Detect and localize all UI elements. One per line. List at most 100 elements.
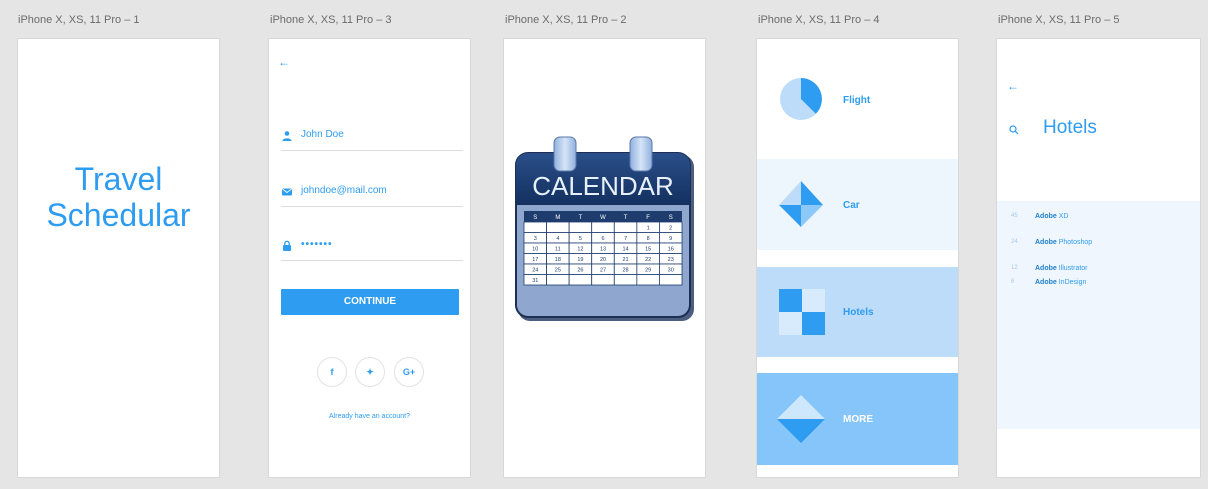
artboard-label-4[interactable]: iPhone X, XS, 11 Pro – 4 — [758, 14, 879, 26]
calendar-day-number: 11 — [555, 247, 561, 253]
calendar-day-cell — [546, 221, 570, 233]
calendar-day-cell — [591, 221, 615, 233]
email-value: johndoe@mail.com — [301, 185, 387, 196]
facebook-button[interactable]: f — [317, 357, 347, 387]
google-plus-icon: G+ — [402, 367, 416, 377]
mail-icon — [282, 188, 292, 196]
password-value: ••••••• — [301, 239, 333, 250]
calendar-day-number: 5 — [579, 236, 582, 242]
calendar-weekday: S — [533, 215, 537, 221]
list-item[interactable]: 12 Adobe Illustrator — [997, 265, 1200, 275]
password-field[interactable]: ••••••• — [281, 239, 463, 261]
email-field[interactable]: johndoe@mail.com — [281, 185, 463, 207]
calendar-ring-right — [629, 136, 653, 172]
menu-item-flight[interactable]: Flight — [757, 39, 958, 159]
calendar-day-number: 27 — [600, 268, 606, 274]
artboard-splash[interactable]: Travel Schedular — [17, 38, 220, 478]
menu-item-hotels[interactable]: Hotels — [757, 267, 958, 357]
list-item-name: Adobe Photoshop — [1035, 239, 1092, 246]
back-arrow-icon[interactable]: ← — [278, 55, 290, 69]
artboard-calendar[interactable]: CALENDAR SMTWTFS 1 2 3 4 5 6 7 8 9 10 11 12 13 14 15 16… — [503, 38, 706, 478]
calendar-day-cell — [546, 274, 570, 286]
calendar-day-number: 29 — [645, 268, 651, 274]
back-arrow-icon[interactable]: ← — [1007, 79, 1019, 93]
calendar-day-number: 18 — [555, 257, 561, 263]
menu-label-car: Car — [843, 200, 860, 211]
calendar-day-number: 10 — [532, 247, 538, 253]
calendar-title: CALENDAR — [532, 171, 674, 201]
calendar-day-number: 28 — [623, 268, 629, 274]
artboard-hotels[interactable]: ← Hotels 45 Adobe XD 24 Adobe Photoshop … — [996, 38, 1201, 478]
person-icon — [282, 131, 292, 141]
calendar-ring-left — [553, 136, 577, 172]
menu-label-hotels: Hotels — [843, 307, 874, 318]
twitter-icon: ✦ — [366, 367, 374, 377]
google-plus-button[interactable]: G+ — [394, 357, 424, 387]
artboard-menu[interactable]: Flight Car Hotels MORE — [756, 38, 959, 478]
artboard-label-5[interactable]: iPhone X, XS, 11 Pro – 5 — [998, 14, 1119, 26]
continue-button[interactable]: CONTINUE — [281, 289, 459, 315]
list-item[interactable]: 24 Adobe Photoshop — [997, 239, 1200, 249]
menu-label-more: MORE — [843, 414, 873, 425]
list-item-product: XD — [1056, 213, 1069, 220]
calendar-day-number: 9 — [669, 236, 672, 242]
calendar-day-number: 1 — [647, 226, 650, 232]
already-have-account-link[interactable]: Already have an account? — [269, 413, 470, 420]
cube-icon — [779, 181, 823, 227]
list-item-brand: Adobe — [1035, 239, 1057, 246]
menu-label-flight: Flight — [843, 95, 871, 106]
pie-chart-icon — [780, 78, 822, 120]
list-item-product: InDesign — [1056, 279, 1087, 286]
calendar-day-cell — [659, 274, 683, 286]
squares-icon — [779, 289, 825, 335]
list-item-brand: Adobe — [1035, 279, 1057, 286]
calendar-day-number: 24 — [532, 268, 538, 274]
calendar-day-number: 20 — [600, 257, 606, 263]
calendar-weekday: S — [669, 215, 673, 221]
calendar-day-number: 8 — [647, 236, 650, 242]
calendar-day-number: 7 — [624, 236, 627, 242]
calendar-day-number: 13 — [600, 247, 606, 253]
calendar-day-number: 16 — [668, 247, 674, 253]
artboard-label-2[interactable]: iPhone X, XS, 11 Pro – 2 — [505, 14, 626, 26]
calendar-weekday: T — [579, 215, 583, 221]
menu-item-car[interactable]: Car — [757, 159, 958, 250]
app-title-line-2: Schedular — [46, 197, 191, 233]
calendar-weekday: F — [646, 215, 650, 221]
calendar-day-number: 25 — [555, 268, 561, 274]
lock-icon — [283, 240, 291, 251]
calendar-weekday: W — [600, 215, 606, 221]
calendar-day-number: 6 — [601, 236, 604, 242]
list-item-name: Adobe XD — [1035, 213, 1068, 220]
calendar-day-cell — [523, 221, 547, 233]
search-icon[interactable] — [1009, 125, 1019, 135]
calendar-day-number: 4 — [556, 236, 559, 242]
artboard-label-1[interactable]: iPhone X, XS, 11 Pro – 1 — [18, 14, 139, 26]
calendar-day-number: 30 — [668, 268, 674, 274]
calendar-day-number: 3 — [534, 236, 537, 242]
calendar-day-number: 31 — [532, 278, 538, 284]
hotels-title: Hotels — [1043, 117, 1097, 138]
name-field[interactable]: John Doe — [281, 129, 463, 151]
calendar-weekday: T — [624, 215, 628, 221]
list-item-brand: Adobe — [1035, 213, 1057, 220]
facebook-icon: f — [330, 367, 334, 377]
menu-item-more[interactable]: MORE — [757, 373, 958, 465]
list-item-product: Photoshop — [1056, 239, 1093, 246]
calendar-day-number: 22 — [645, 257, 651, 263]
list-item-name: Adobe InDesign — [1035, 279, 1086, 286]
calendar-day-cell — [636, 274, 660, 286]
list-item[interactable]: 45 Adobe XD — [997, 213, 1200, 223]
calendar-day-cell — [568, 221, 593, 233]
calendar-day-cell — [591, 274, 615, 286]
list-item[interactable]: 6 Adobe InDesign — [997, 279, 1200, 289]
calendar-day-number: 2 — [669, 226, 672, 232]
calendar-day-number: 12 — [577, 247, 583, 253]
twitter-button[interactable]: ✦ — [355, 357, 385, 387]
name-value: John Doe — [301, 129, 344, 140]
artboard-label-3[interactable]: iPhone X, XS, 11 Pro – 3 — [270, 14, 391, 26]
artboard-signup[interactable]: ← John Doe johndoe@mail.com ••••••• CONT… — [268, 38, 471, 478]
app-title-line-1: Travel — [74, 161, 163, 197]
diamond-icon — [777, 395, 825, 443]
calendar-day-number: 15 — [645, 247, 651, 253]
